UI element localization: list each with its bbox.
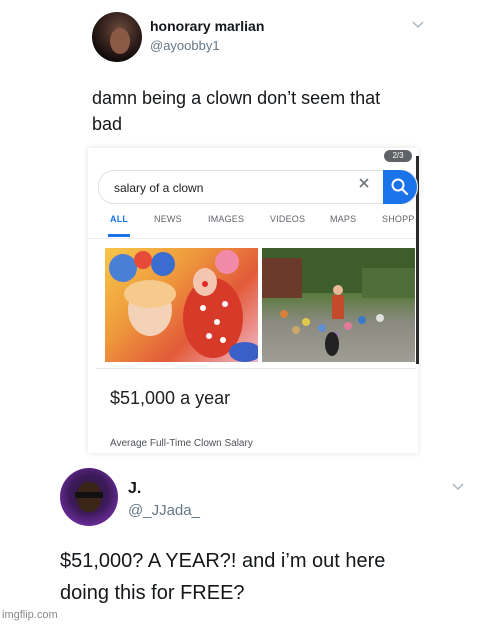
avatar[interactable] — [60, 468, 118, 526]
search-input[interactable] — [112, 178, 316, 198]
user-handle[interactable]: @_JJada_ — [128, 502, 200, 519]
tweet-text-line-2: doing this for FREE? — [60, 582, 245, 604]
tab-news[interactable]: NEWS — [154, 214, 182, 224]
tab-maps[interactable]: MAPS — [330, 214, 356, 224]
chevron-down-icon[interactable] — [452, 478, 464, 494]
tweet-text-line-1: $51,000? A YEAR?! and i’m out here — [60, 550, 386, 572]
clown-image-2[interactable] — [262, 248, 415, 362]
user-handle[interactable]: @ayoobby1 — [150, 38, 220, 53]
display-name[interactable]: J. — [128, 480, 141, 498]
tab-all[interactable]: ALL — [110, 214, 128, 224]
tab-shopping[interactable]: SHOPP — [382, 214, 415, 224]
tweet-text-line-1: damn being a clown don’t seem that — [92, 88, 381, 108]
salary-value: $51,000 a year — [110, 388, 231, 408]
watermark: imgflip.com — [2, 609, 58, 621]
clear-icon[interactable] — [358, 176, 370, 194]
tweet-text-line-2: bad — [92, 114, 123, 134]
active-tab-indicator — [108, 234, 130, 237]
search-button[interactable] — [383, 170, 417, 204]
tab-images[interactable]: IMAGES — [208, 214, 244, 224]
tab-videos[interactable]: VIDEOS — [270, 214, 305, 224]
search-icon — [391, 178, 409, 196]
chevron-down-icon[interactable] — [412, 16, 424, 32]
pager-badge: 2/3 — [384, 150, 412, 162]
display-name[interactable]: honorary marlian — [150, 18, 264, 34]
salary-caption: Average Full-Time Clown Salary — [110, 438, 253, 449]
search-tabs: ALL NEWS IMAGES VIDEOS MAPS SHOPP — [100, 214, 416, 240]
avatar[interactable] — [92, 12, 142, 62]
clown-image-1[interactable] — [105, 248, 258, 362]
